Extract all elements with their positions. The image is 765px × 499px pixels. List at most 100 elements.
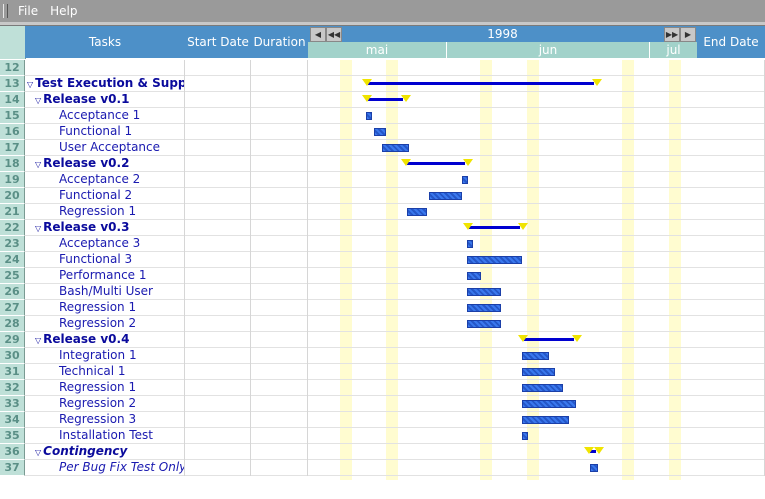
task-bar[interactable] [467, 320, 501, 328]
end-date-cell[interactable] [697, 300, 765, 316]
row-number[interactable]: 23 [0, 236, 25, 252]
end-milestone-marker[interactable] [572, 335, 583, 342]
collapse-toggle-icon[interactable]: ▽ [35, 157, 41, 172]
end-date-cell[interactable] [697, 252, 765, 268]
task-bar[interactable] [521, 352, 550, 360]
task-bar[interactable] [467, 240, 474, 248]
start-milestone-marker[interactable] [463, 223, 474, 230]
start-date-cell[interactable] [185, 380, 251, 396]
start-date-cell[interactable] [185, 188, 251, 204]
end-date-cell[interactable] [697, 156, 765, 172]
row-number[interactable]: 33 [0, 396, 25, 412]
task-name-cell[interactable]: ▽ Contingency [25, 444, 185, 460]
end-date-cell[interactable] [697, 444, 765, 460]
end-milestone-marker[interactable] [591, 79, 602, 86]
task-name-cell[interactable]: User Acceptance [25, 140, 185, 156]
duration-cell[interactable] [251, 412, 308, 428]
task-name-cell[interactable]: Per Bug Fix Test Only [25, 460, 185, 476]
start-date-cell[interactable] [185, 428, 251, 444]
start-date-cell[interactable] [185, 236, 251, 252]
row-number[interactable]: 14 [0, 92, 25, 108]
row-number[interactable]: 26 [0, 284, 25, 300]
row-number[interactable]: 18 [0, 156, 25, 172]
task-bar[interactable] [428, 192, 462, 200]
task-bar[interactable] [467, 288, 501, 296]
column-header-tasks[interactable]: Tasks [25, 26, 186, 58]
row-number[interactable]: 27 [0, 300, 25, 316]
start-date-cell[interactable] [185, 172, 251, 188]
start-date-cell[interactable] [185, 156, 251, 172]
start-milestone-marker[interactable] [362, 95, 373, 102]
column-header-end-date[interactable]: End Date [697, 26, 765, 58]
column-header-start-date[interactable]: Start Date [185, 26, 252, 58]
start-date-cell[interactable] [185, 268, 251, 284]
task-bar[interactable] [461, 176, 468, 184]
task-name-cell[interactable]: Regression 1 [25, 380, 185, 396]
duration-cell[interactable] [251, 236, 308, 252]
row-number[interactable]: 28 [0, 316, 25, 332]
duration-cell[interactable] [251, 220, 308, 236]
duration-cell[interactable] [251, 268, 308, 284]
duration-cell[interactable] [251, 300, 308, 316]
start-date-cell[interactable] [185, 220, 251, 236]
row-number[interactable]: 35 [0, 428, 25, 444]
summary-bar[interactable] [368, 98, 404, 101]
task-name-cell[interactable] [25, 60, 185, 76]
task-name-cell[interactable]: Regression 1 [25, 204, 185, 220]
task-name-cell[interactable]: ▽ Release v0.2 [25, 156, 185, 172]
end-date-cell[interactable] [697, 188, 765, 204]
end-date-cell[interactable] [697, 268, 765, 284]
summary-bar[interactable] [368, 82, 594, 85]
end-milestone-marker[interactable] [517, 223, 528, 230]
duration-cell[interactable] [251, 76, 308, 92]
collapse-toggle-icon[interactable]: ▽ [35, 221, 41, 236]
start-date-cell[interactable] [185, 348, 251, 364]
start-date-cell[interactable] [185, 284, 251, 300]
row-number[interactable]: 16 [0, 124, 25, 140]
duration-cell[interactable] [251, 60, 308, 76]
duration-cell[interactable] [251, 172, 308, 188]
end-date-cell[interactable] [697, 140, 765, 156]
task-name-cell[interactable]: Acceptance 3 [25, 236, 185, 252]
end-milestone-marker[interactable] [593, 447, 604, 454]
duration-cell[interactable] [251, 92, 308, 108]
row-number[interactable]: 25 [0, 268, 25, 284]
row-number[interactable]: 19 [0, 172, 25, 188]
end-date-cell[interactable] [697, 76, 765, 92]
duration-cell[interactable] [251, 348, 308, 364]
end-date-cell[interactable] [697, 236, 765, 252]
task-bar[interactable] [590, 464, 598, 472]
start-date-cell[interactable] [185, 140, 251, 156]
duration-cell[interactable] [251, 140, 308, 156]
end-date-cell[interactable] [697, 60, 765, 76]
task-name-cell[interactable]: Regression 1 [25, 300, 185, 316]
task-bar[interactable] [366, 112, 373, 120]
duration-cell[interactable] [251, 284, 308, 300]
duration-cell[interactable] [251, 188, 308, 204]
task-bar[interactable] [521, 368, 555, 376]
collapse-toggle-icon[interactable]: ▽ [35, 445, 41, 460]
start-milestone-marker[interactable] [362, 79, 373, 86]
row-number[interactable]: 30 [0, 348, 25, 364]
task-bar[interactable] [374, 128, 386, 136]
duration-cell[interactable] [251, 124, 308, 140]
summary-bar[interactable] [469, 226, 520, 229]
row-number[interactable]: 36 [0, 444, 25, 460]
end-date-cell[interactable] [697, 316, 765, 332]
task-bar[interactable] [521, 416, 569, 424]
end-date-cell[interactable] [697, 428, 765, 444]
row-number[interactable]: 22 [0, 220, 25, 236]
task-name-cell[interactable]: Installation Test [25, 428, 185, 444]
duration-cell[interactable] [251, 156, 308, 172]
task-name-cell[interactable]: Acceptance 2 [25, 172, 185, 188]
summary-bar[interactable] [523, 338, 575, 341]
duration-cell[interactable] [251, 396, 308, 412]
end-date-cell[interactable] [697, 124, 765, 140]
duration-cell[interactable] [251, 252, 308, 268]
task-name-cell[interactable]: Regression 2 [25, 396, 185, 412]
collapse-toggle-icon[interactable]: ▽ [27, 77, 33, 92]
end-date-cell[interactable] [697, 412, 765, 428]
start-date-cell[interactable] [185, 124, 251, 140]
start-date-cell[interactable] [185, 396, 251, 412]
start-date-cell[interactable] [185, 460, 251, 476]
